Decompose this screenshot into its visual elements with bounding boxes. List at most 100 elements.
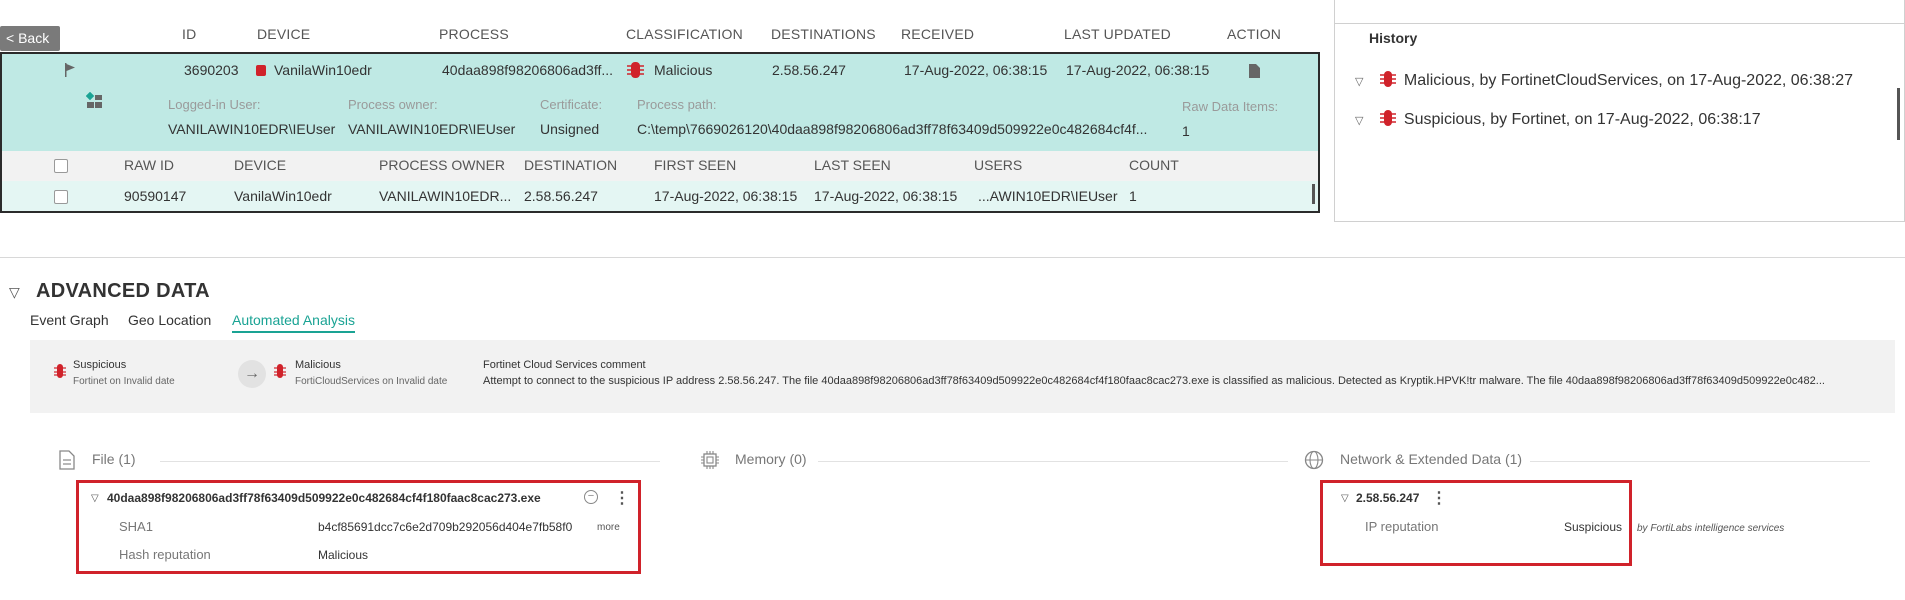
event-details: Logged-in User: VANILAWIN10EDR\IEUser Pr…: [0, 88, 1320, 151]
raw-col-raw-id[interactable]: RAW ID: [124, 157, 174, 173]
expand-icon[interactable]: ▽: [1341, 493, 1349, 504]
expand-icon[interactable]: ▽: [1355, 75, 1363, 88]
logged-in-user-value: VANILAWIN10EDR\IEUser: [168, 121, 336, 137]
to-source: FortiCloudServices on Invalid date: [295, 376, 448, 387]
col-header-last-updated[interactable]: LAST UPDATED: [1064, 26, 1171, 42]
more-options-icon[interactable]: ⋮: [1431, 488, 1447, 508]
raw-col-count[interactable]: COUNT: [1129, 157, 1179, 173]
process-tree-icon[interactable]: [86, 92, 104, 110]
col-header-received[interactable]: RECEIVED: [901, 26, 974, 42]
advanced-data-title[interactable]: ADVANCED DATA: [36, 280, 210, 303]
file-name[interactable]: 40daa898f98206806ad3ff78f63409d509922e0c…: [107, 491, 541, 505]
expand-icon[interactable]: ▽: [1355, 114, 1363, 127]
raw-col-destination[interactable]: DESTINATION: [524, 157, 617, 173]
event-last-updated: 17-Aug-2022, 06:38:15: [1066, 62, 1210, 78]
history-title: History: [1369, 30, 1418, 46]
collapse-icon[interactable]: ▽: [9, 284, 20, 301]
file-section-title: File (1): [92, 451, 136, 467]
raw-destination: 2.58.56.247: [524, 188, 598, 204]
reputation-source: by FortiLabs intelligence services: [1637, 523, 1785, 534]
divider: [160, 461, 660, 462]
event-received: 17-Aug-2022, 06:38:15: [904, 62, 1048, 78]
globe-icon: [1304, 450, 1324, 470]
network-card: ▽ 2.58.56.247 ⋮ IP reputation Suspicious: [1320, 480, 1632, 566]
col-header-id[interactable]: ID: [182, 26, 196, 42]
sha1-value: b4cf85691dcc7c6e2d709b292056d404e7fb58f0: [318, 520, 573, 534]
more-options-icon[interactable]: ⋮: [614, 488, 630, 508]
arrow-right-icon: →: [238, 360, 266, 388]
ip-address[interactable]: 2.58.56.247: [1356, 491, 1419, 505]
expand-icon[interactable]: ▽: [91, 493, 99, 504]
memory-chip-icon: [701, 451, 719, 469]
history-item[interactable]: ▽ Malicious, by FortinetCloudServices, o…: [1355, 70, 1853, 90]
hash-reputation-value: Malicious: [318, 548, 369, 562]
event-classification: Malicious: [654, 62, 713, 78]
file-card: ▽ 40daa898f98206806ad3ff78f63409d509922e…: [76, 480, 641, 574]
divider: [1530, 461, 1870, 462]
raw-col-device[interactable]: DEVICE: [234, 157, 286, 173]
more-link[interactable]: more: [597, 522, 620, 533]
raw-id: 90590147: [124, 188, 187, 204]
device-status-icon: [256, 65, 266, 76]
history-item-text: Malicious, by FortinetCloudServices, on …: [1403, 72, 1854, 89]
flag-icon[interactable]: [64, 63, 76, 77]
raw-col-process-owner[interactable]: PROCESS OWNER: [379, 157, 505, 173]
comment-text: Attempt to connect to the suspicious IP …: [483, 375, 1825, 387]
history-scrollbar[interactable]: [1897, 88, 1900, 140]
raw-col-users[interactable]: USERS: [974, 157, 1022, 173]
raw-col-last-seen[interactable]: LAST SEEN: [814, 157, 891, 173]
history-item[interactable]: ▽ Suspicious, by Fortinet, on 17-Aug-202…: [1355, 109, 1761, 129]
raw-count: 1: [1129, 188, 1137, 204]
process-owner-label: Process owner:: [348, 97, 438, 112]
history-item-text: Suspicious, by Fortinet, on 17-Aug-2022,…: [1403, 111, 1761, 128]
event-row[interactable]: 3690203 VanilaWin10edr 40daa898f98206806…: [0, 52, 1320, 88]
scrollbar[interactable]: [1312, 184, 1315, 204]
tab-geo-location[interactable]: Geo Location: [128, 312, 211, 328]
col-header-device[interactable]: DEVICE: [257, 26, 310, 42]
raw-items-label: Raw Data Items:: [1182, 99, 1279, 114]
analysis-summary: Suspicious Fortinet on Invalid date → Ma…: [30, 340, 1895, 413]
event-process[interactable]: 40daa898f98206806ad3ff...: [442, 62, 618, 78]
bug-icon: [627, 62, 644, 78]
ip-reputation-label: IP reputation: [1365, 519, 1439, 534]
raw-device: VanilaWin10edr: [234, 188, 332, 204]
col-header-action: ACTION: [1227, 26, 1282, 42]
bug-icon: [274, 364, 286, 378]
hash-reputation-label: Hash reputation: [119, 547, 211, 562]
col-header-classification[interactable]: CLASSIFICATION: [626, 26, 743, 42]
tab-event-graph[interactable]: Event Graph: [30, 312, 109, 328]
raw-last-seen: 17-Aug-2022, 06:38:15: [814, 188, 958, 204]
select-all-checkbox[interactable]: [54, 159, 68, 173]
raw-process-owner: VANILAWIN10EDR...: [379, 188, 512, 204]
raw-col-first-seen[interactable]: FIRST SEEN: [654, 157, 736, 173]
comment-title: Fortinet Cloud Services comment: [483, 359, 646, 371]
process-owner-value: VANILAWIN10EDR\IEUser: [348, 121, 516, 137]
from-source: Fortinet on Invalid date: [73, 376, 175, 387]
bug-icon: [1379, 110, 1396, 126]
memory-section-title: Memory (0): [735, 451, 807, 467]
exclude-icon[interactable]: −: [584, 490, 598, 504]
raw-data-header: RAW ID DEVICE PROCESS OWNER DESTINATION …: [0, 151, 1320, 181]
document-action-icon[interactable]: [1249, 64, 1260, 78]
history-panel-header: [1335, 0, 1905, 24]
raw-data-row[interactable]: 90590147 VanilaWin10edr VANILAWIN10EDR..…: [0, 181, 1320, 213]
event-device: VanilaWin10edr: [274, 62, 372, 78]
col-header-destinations[interactable]: DESTINATIONS: [771, 26, 876, 42]
event-destination: 2.58.56.247: [772, 62, 846, 78]
to-classification: Malicious: [295, 359, 341, 371]
network-section-title: Network & Extended Data (1): [1340, 451, 1523, 467]
divider: [818, 461, 1288, 462]
certificate-label: Certificate:: [540, 97, 603, 112]
bug-icon: [1379, 71, 1396, 87]
tab-automated-analysis[interactable]: Automated Analysis: [232, 312, 355, 333]
bug-icon: [54, 364, 66, 378]
row-checkbox[interactable]: [54, 190, 68, 204]
certificate-value: Unsigned: [540, 121, 600, 137]
logged-in-user-label: Logged-in User:: [168, 97, 261, 112]
from-classification: Suspicious: [73, 359, 127, 371]
events-table: < Back ID DEVICE PROCESS CLASSIFICATION …: [0, 0, 1323, 214]
section-divider: [0, 257, 1905, 258]
sha1-label: SHA1: [119, 519, 153, 534]
col-header-process[interactable]: PROCESS: [439, 26, 509, 42]
back-button[interactable]: < Back: [0, 26, 60, 51]
